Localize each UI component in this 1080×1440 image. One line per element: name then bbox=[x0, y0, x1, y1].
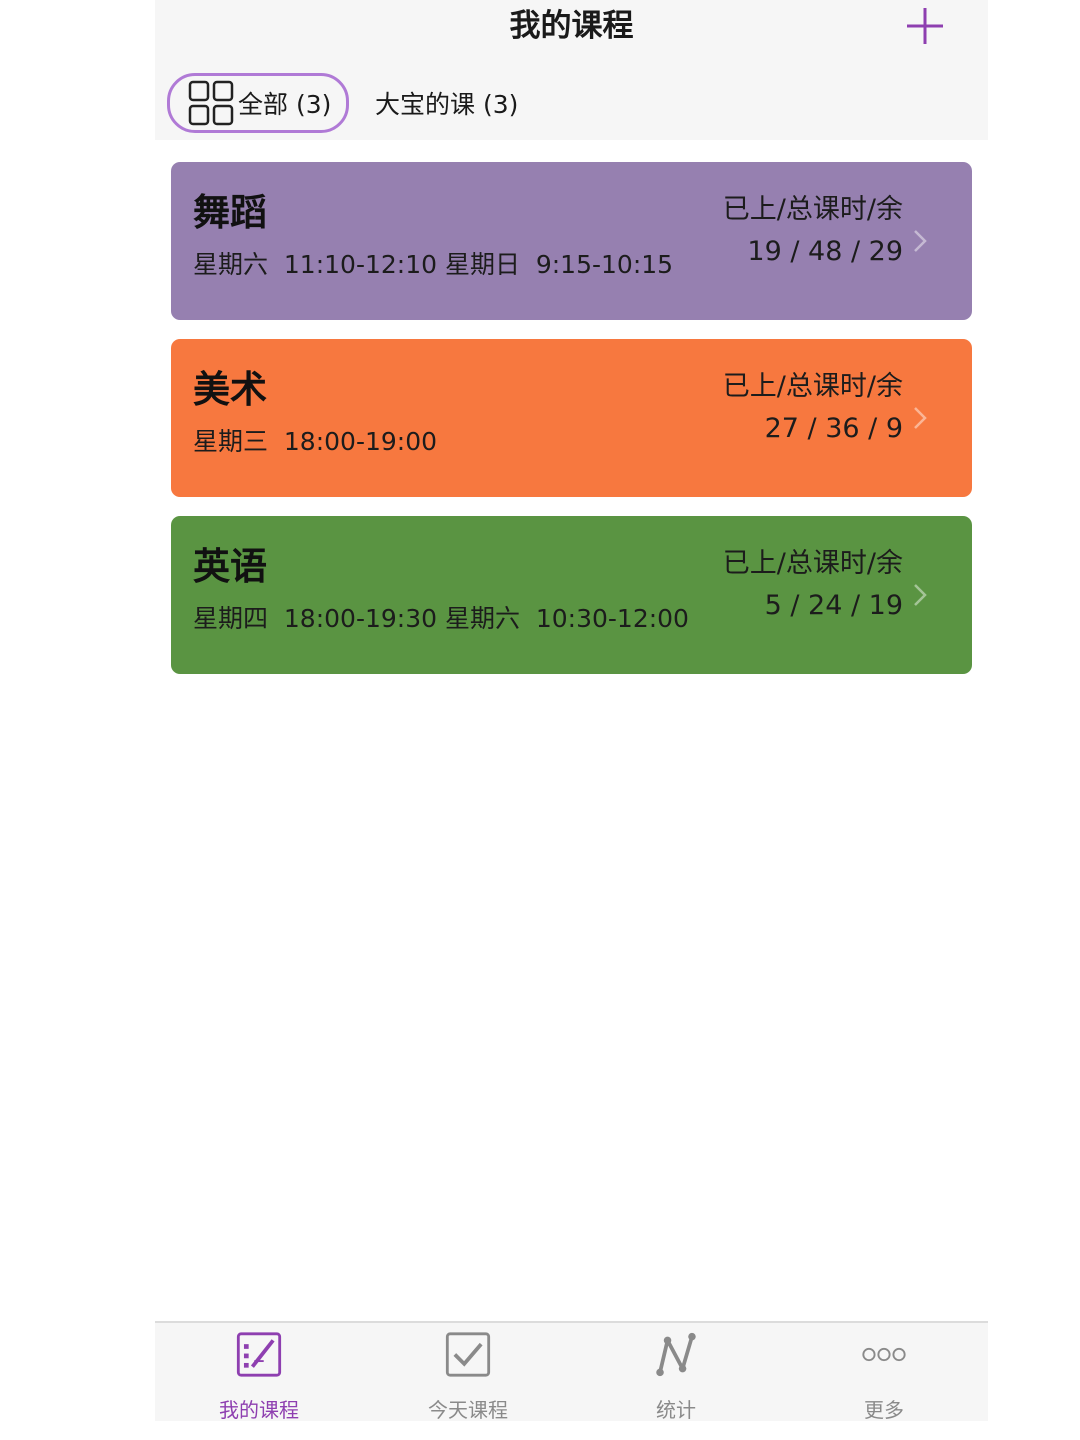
filter-chip-label: 全部 (3) bbox=[238, 90, 332, 119]
header: 我的课程 全部 (3) 大宝的课 (3) bbox=[155, 0, 988, 140]
filter-chip-dabao[interactable]: 大宝的课 (3) bbox=[375, 73, 518, 133]
grid-icon bbox=[188, 80, 234, 126]
tab-label: 更多 bbox=[864, 1398, 904, 1422]
stats-value: 19 / 48 / 29 bbox=[747, 236, 903, 267]
course-card-dance[interactable]: 舞蹈 星期六 11:10-12:10 星期日 9:15-10:15 已上/总课时… bbox=[171, 162, 972, 320]
course-schedule: 星期四 18:00-19:30 星期六 10:30-12:00 bbox=[193, 604, 689, 633]
stats-value: 27 / 36 / 9 bbox=[764, 413, 903, 444]
more-dots-icon bbox=[862, 1347, 906, 1362]
stats-label: 已上/总课时/余 bbox=[722, 371, 903, 402]
stats-n-icon bbox=[656, 1332, 696, 1377]
course-card-art[interactable]: 美术 星期三 18:00-19:00 已上/总课时/余 27 / 36 / 9 bbox=[171, 339, 972, 497]
tab-my-courses[interactable]: 我的课程 bbox=[179, 1331, 339, 1423]
tab-label: 统计 bbox=[656, 1398, 696, 1422]
add-course-button[interactable] bbox=[903, 4, 947, 48]
page-title: 我的课程 bbox=[509, 8, 634, 44]
app-screen: 我的课程 全部 (3) 大宝的课 (3) 舞蹈 星期六 11:10-12:10 … bbox=[155, 0, 988, 1440]
plus-icon bbox=[907, 8, 943, 44]
stats-label: 已上/总课时/余 bbox=[722, 548, 903, 579]
tab-label: 今天课程 bbox=[428, 1398, 508, 1422]
course-schedule: 星期三 18:00-19:00 bbox=[193, 427, 438, 456]
tab-bar: 我的课程 今天课程 统计 更多 bbox=[155, 1321, 988, 1423]
course-name: 舞蹈 bbox=[193, 191, 267, 234]
stats-value: 5 / 24 / 19 bbox=[764, 590, 903, 621]
course-schedule: 星期六 11:10-12:10 星期日 9:15-10:15 bbox=[193, 250, 674, 279]
tab-today-courses[interactable]: 今天课程 bbox=[388, 1331, 548, 1423]
tab-more[interactable]: 更多 bbox=[804, 1331, 964, 1423]
chevron-right-icon bbox=[914, 230, 927, 252]
course-name: 英语 bbox=[193, 545, 267, 588]
checkbox-icon bbox=[445, 1332, 491, 1377]
course-name: 美术 bbox=[193, 368, 267, 411]
chevron-right-icon bbox=[914, 584, 927, 606]
chevron-right-icon bbox=[914, 407, 927, 429]
filter-chip-all[interactable]: 全部 (3) bbox=[167, 73, 349, 133]
course-card-english[interactable]: 英语 星期四 18:00-19:30 星期六 10:30-12:00 已上/总课… bbox=[171, 516, 972, 674]
tab-label: 我的课程 bbox=[219, 1398, 299, 1422]
tab-statistics[interactable]: 统计 bbox=[596, 1331, 756, 1423]
stats-label: 已上/总课时/余 bbox=[722, 194, 903, 225]
edit-list-icon bbox=[236, 1332, 282, 1377]
filter-chip-label: 大宝的课 (3) bbox=[375, 90, 519, 119]
